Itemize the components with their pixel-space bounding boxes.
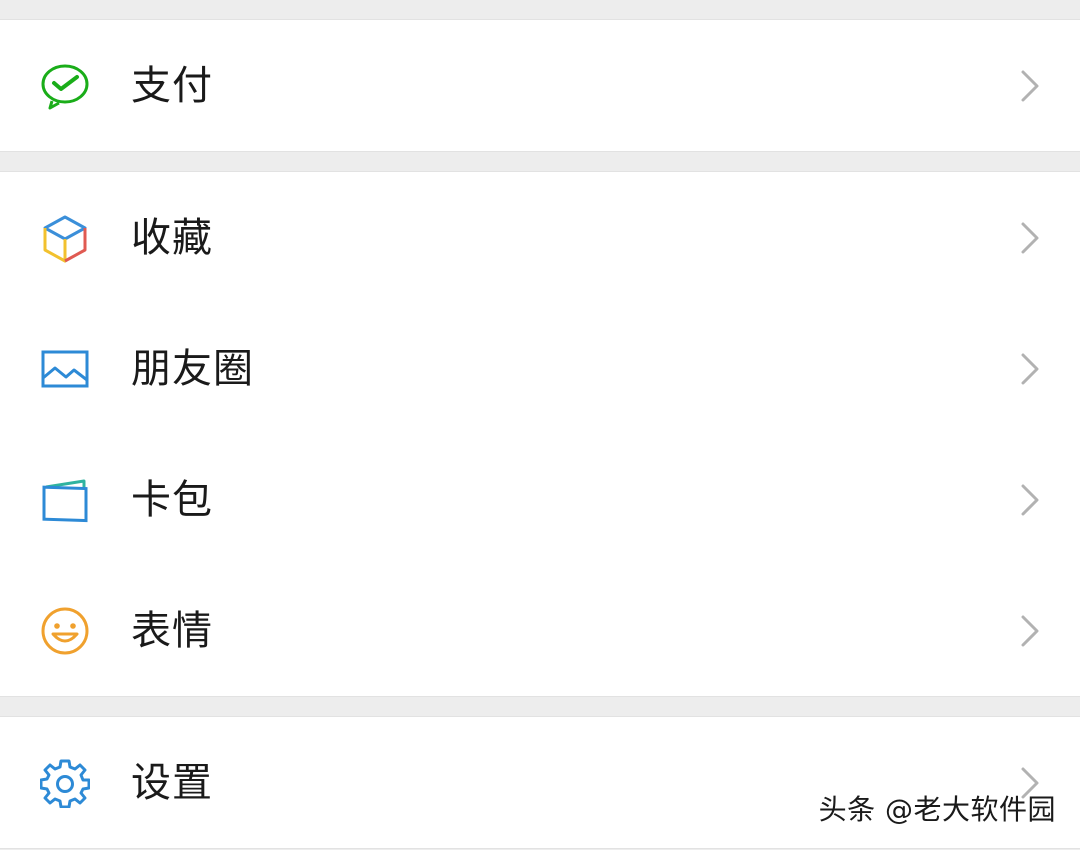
card-wallet-icon [40,475,90,525]
chevron-right-icon [1020,352,1040,386]
group-spacer [0,697,1080,716]
pay-icon [40,61,90,111]
watermark-text: 头条 @老大软件园 [818,793,1056,826]
smiley-icon [40,606,90,656]
menu-group-settings: 设置 [0,716,1080,849]
chevron-right-icon [1020,221,1040,255]
top-spacer [0,0,1080,19]
menu-item-label: 表情 [131,607,213,654]
gear-icon [40,758,90,808]
menu-item-label: 卡包 [131,476,213,523]
menu-group-main: 收藏 朋友圈 卡包 表情 [0,171,1080,697]
group-spacer [0,152,1080,171]
menu-item-label: 朋友圈 [131,345,254,392]
chevron-right-icon [1020,483,1040,517]
menu-item-card-wallet[interactable]: 卡包 [0,434,1080,565]
favorites-cube-icon [40,213,90,263]
chevron-right-icon [1020,69,1040,103]
menu-item-label: 设置 [131,759,213,806]
chevron-right-icon [1020,614,1040,648]
menu-item-label: 支付 [131,62,213,109]
menu-item-moments[interactable]: 朋友圈 [0,303,1080,434]
menu-item-label: 收藏 [131,214,213,261]
moments-picture-icon [40,344,90,394]
menu-item-settings[interactable]: 设置 [0,717,1080,848]
menu-group-pay: 支付 [0,19,1080,152]
menu-item-pay[interactable]: 支付 [0,20,1080,151]
menu-item-favorites[interactable]: 收藏 [0,172,1080,303]
menu-item-stickers[interactable]: 表情 [0,565,1080,696]
